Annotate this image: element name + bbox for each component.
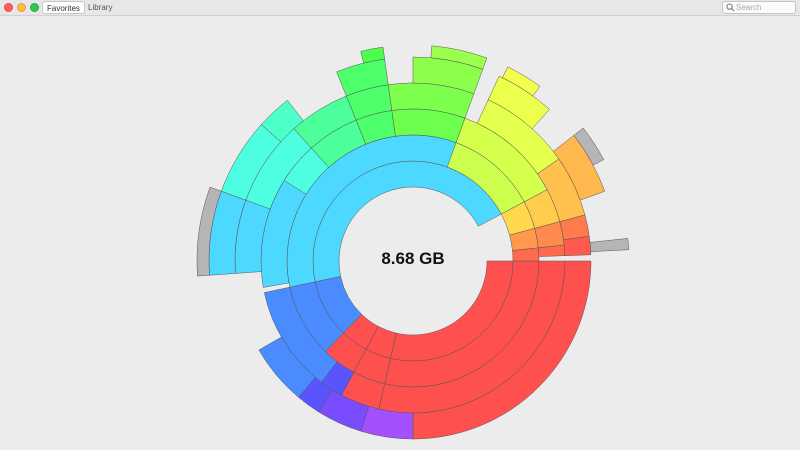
other-segment[interactable] — [589, 238, 629, 252]
sunburst-chart[interactable] — [0, 0, 800, 450]
folder-segment[interactable] — [563, 235, 592, 256]
total-size-label: 8.68 GB — [381, 249, 445, 268]
